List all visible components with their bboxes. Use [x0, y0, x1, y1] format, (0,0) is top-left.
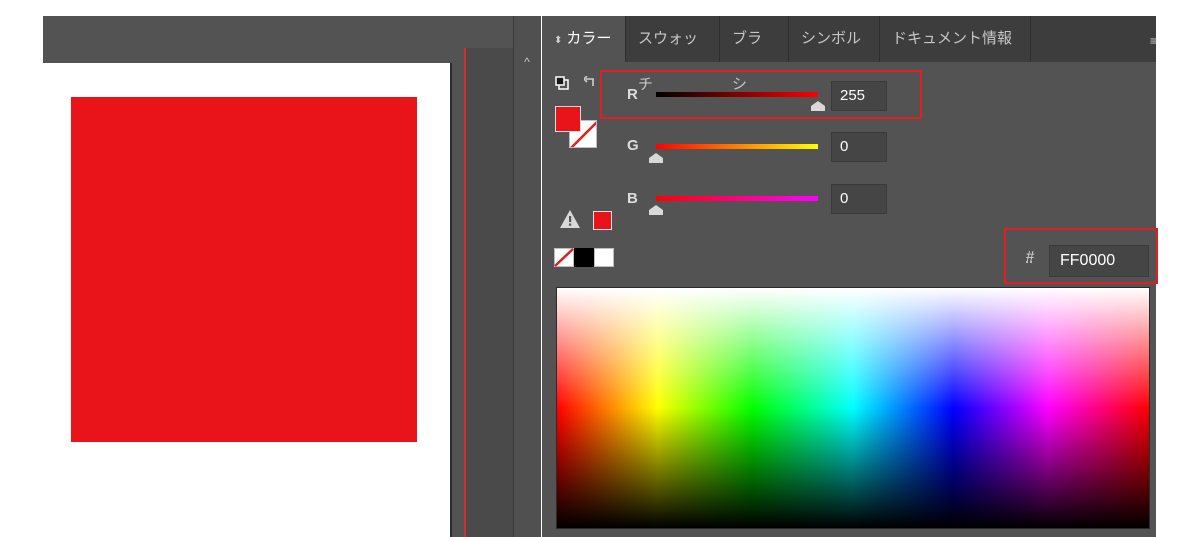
tab-document-info-label: ドキュメント情報	[892, 30, 1013, 47]
artboard-edge	[450, 63, 452, 537]
tab-brushes-label: ブラシ	[732, 30, 763, 93]
none-swatch-icon[interactable]	[554, 248, 574, 272]
canvas-top-bar	[43, 16, 513, 63]
tab-symbols-label: シンボル	[801, 30, 862, 47]
g-channel-label: G	[627, 137, 639, 154]
document-canvas[interactable]	[43, 16, 513, 537]
gamut-color-swatch[interactable]	[593, 211, 612, 230]
hex-label: #	[1026, 248, 1035, 265]
r-channel-label: R	[627, 86, 638, 103]
r-slider-thumb[interactable]	[811, 98, 825, 111]
swap-fill-stroke-icon[interactable]	[583, 75, 596, 95]
pasteboard	[466, 48, 513, 537]
panel-menu-icon[interactable]: ≡	[1150, 34, 1157, 48]
color-spectrum-picker[interactable]	[556, 287, 1150, 529]
panel-tab-bar: ⬍ カラー スウォッチ ブラシ シンボル ドキュメント情報 ≡	[542, 16, 1157, 93]
b-value-input[interactable]: 0	[831, 184, 887, 214]
guide-line[interactable]	[464, 48, 466, 537]
black-swatch-icon[interactable]	[574, 248, 594, 267]
g-slider-thumb[interactable]	[649, 150, 663, 163]
tab-swatches[interactable]: スウォッチ	[626, 16, 719, 93]
tab-brushes[interactable]: ブラシ	[720, 16, 788, 93]
hex-value-input[interactable]: FF0000	[1049, 245, 1149, 277]
tab-color[interactable]: ⬍ カラー	[542, 16, 625, 62]
panel-scroll-gutter[interactable]: ^	[513, 16, 541, 537]
tab-separator	[1030, 16, 1031, 62]
white-swatch-icon[interactable]	[594, 248, 614, 267]
g-value-input[interactable]: 0	[831, 132, 887, 162]
warning-icon[interactable]	[559, 209, 581, 234]
red-rectangle-shape[interactable]	[71, 97, 417, 442]
default-fill-stroke-icon[interactable]	[555, 76, 569, 95]
double-arrow-icon[interactable]: ⬍	[554, 35, 562, 46]
fill-swatch[interactable]	[555, 106, 581, 132]
tab-swatches-label: スウォッチ	[638, 30, 699, 93]
b-slider-track[interactable]	[656, 196, 818, 201]
r-value-input[interactable]: 255	[831, 81, 887, 111]
chevron-up-icon[interactable]: ^	[521, 56, 533, 68]
tab-document-info[interactable]: ドキュメント情報	[880, 16, 1030, 62]
g-slider-track[interactable]	[656, 144, 818, 149]
b-slider-thumb[interactable]	[649, 202, 663, 215]
spectrum-shade-gradient	[557, 288, 1149, 528]
color-panel: ⬍ カラー スウォッチ ブラシ シンボル ドキュメント情報 ≡ R 255 G …	[542, 16, 1157, 537]
artboard[interactable]	[43, 63, 450, 537]
tab-symbols[interactable]: シンボル	[789, 16, 879, 62]
tab-color-label: カラー	[566, 30, 612, 47]
r-slider-track[interactable]	[656, 92, 818, 97]
b-channel-label: B	[627, 190, 638, 207]
